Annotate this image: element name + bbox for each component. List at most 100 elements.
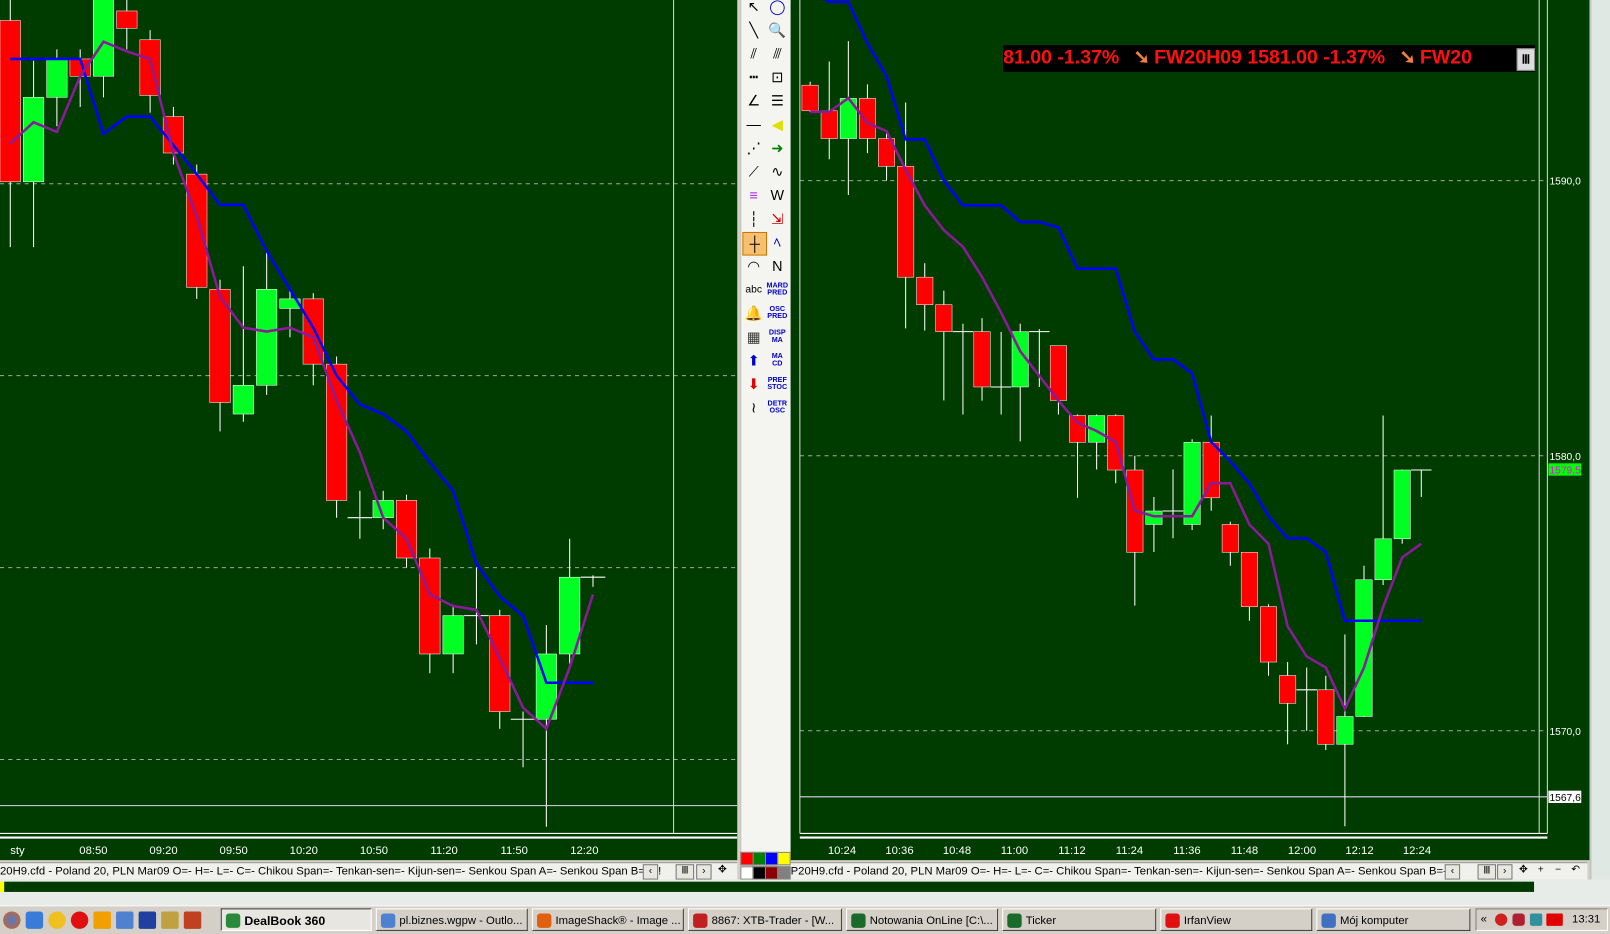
candle-down <box>116 10 138 29</box>
candle-down <box>1069 415 1086 443</box>
taskbar-button[interactable]: pl.biznes.wgpw - Outlo... <box>375 908 528 931</box>
bell-icon[interactable]: 🔔 <box>742 303 765 325</box>
left-candlestick-plot[interactable] <box>0 0 738 860</box>
time-label: 11:36 <box>1173 844 1201 858</box>
splat-icon[interactable] <box>70 911 89 929</box>
ati-icon[interactable] <box>1546 913 1563 926</box>
right-price-chart[interactable]: 1590,0 1580,0 1570,0 1579,5 1567,6 <box>790 0 1590 861</box>
left-price-chart[interactable] <box>0 0 738 861</box>
calculator-icon[interactable]: ▦ <box>742 326 765 348</box>
drawing-toolbar: ↖ ◯ ╲ 🔍 ⫽ ⫻ ┅ ⊡ ∠ ☰ — ◀ ⋰ ➜ ⟋ ∿ ≡ W ┆ ⇲ ┼ ﾍ ◠ Nabc MARD PRED 🔔 OSC… <box>739 0 793 852</box>
zigzag-icon[interactable]: ﾍ <box>766 232 789 254</box>
ticker-strip: 81.00 -1.37% ➘ FW20H09 1581.00 -1.37% ➘ FW20… <box>1003 45 1536 72</box>
zoom-in-button[interactable]: + <box>1534 864 1547 877</box>
yellow-arrow-left-icon[interactable]: ◀ <box>766 114 789 136</box>
lightning-icon[interactable] <box>93 911 111 929</box>
taskbar-button[interactable]: Mój komputer <box>1316 908 1471 931</box>
taskbar-button-label: IrfanView <box>1183 914 1231 927</box>
magnifier-icon[interactable]: 🔍 <box>766 20 789 42</box>
taskbar-button[interactable]: Ticker <box>1002 908 1157 931</box>
wave-icon[interactable]: ∿ <box>766 161 789 183</box>
tool-osc-pred[interactable]: OSC PRED <box>766 303 789 325</box>
system-tray: « 13:31 <box>1475 908 1608 931</box>
vertical-grid-icon[interactable]: ┆ <box>742 208 765 230</box>
right-candlestick-plot[interactable]: 1590,0 1580,0 1570,0 1579,5 1567,6 <box>791 0 1590 860</box>
shield-icon[interactable] <box>1512 913 1525 926</box>
tool-macd[interactable]: MA CD <box>766 350 789 372</box>
parallel-lines-icon[interactable]: ⫽ <box>742 43 765 65</box>
colored-bars-icon[interactable]: ≡ <box>742 185 765 207</box>
time-label: 10:24 <box>827 844 857 858</box>
taskbar: DealBook 360 pl.biznes.wgpw - Outlo... Ima… <box>0 905 1610 934</box>
down-arrow-icon: ➘ <box>1399 47 1416 69</box>
red-down-arrow-icon[interactable]: ⬇ <box>742 374 765 396</box>
tool-abc[interactable]: abc <box>742 279 765 301</box>
network-icon[interactable] <box>1495 913 1508 926</box>
pan-icon[interactable]: ✥ <box>716 864 729 877</box>
gann-fan-icon[interactable]: ⋰ <box>742 138 765 160</box>
scroll-thumb[interactable]: Ⅲ <box>1477 864 1497 880</box>
time-label: 12:00 <box>1287 844 1317 858</box>
blue-up-arrow-icon[interactable]: ⬆ <box>742 350 765 372</box>
horizontal-lines-icon[interactable]: ☰ <box>766 90 789 112</box>
tool-mard-pred[interactable]: MARD PRED <box>766 279 789 301</box>
fibonacci-levels-icon[interactable]: ┅ <box>742 67 765 89</box>
export-icon[interactable]: ⇲ <box>766 208 789 230</box>
candle-up <box>1336 716 1354 745</box>
trend-levels-icon[interactable]: ⟋ <box>742 161 765 183</box>
fan-lines-icon[interactable]: ∠ <box>742 90 765 112</box>
color-swatch[interactable] <box>777 851 791 866</box>
app-icon <box>537 913 552 928</box>
taskbar-button[interactable]: IrfanView <box>1160 908 1313 931</box>
right-scrollbar-area[interactable] <box>1589 0 1610 904</box>
green-arrow-right-icon[interactable]: ➜ <box>766 138 789 160</box>
down-arrow-icon: ➘ <box>1133 47 1150 69</box>
ticker-item: FW20 <box>1419 47 1472 69</box>
taskbar-button[interactable]: ImageShack® - Image ... <box>531 908 684 931</box>
w-pattern-icon[interactable]: W <box>766 185 789 207</box>
tray-expand-button[interactable]: « <box>1481 909 1487 930</box>
firefox-icon[interactable] <box>3 911 21 929</box>
candle-down <box>1260 606 1277 663</box>
scroll-thumb[interactable]: Ⅲ <box>675 864 695 880</box>
pan-icon[interactable]: ✥ <box>1517 864 1530 877</box>
scroll-right-button[interactable]: › <box>696 864 712 880</box>
ie-icon[interactable] <box>25 911 44 929</box>
candle-down <box>820 110 838 139</box>
scroll-left-button[interactable]: ‹ <box>642 864 659 880</box>
fire-app-icon[interactable] <box>183 911 202 929</box>
app-icon <box>1321 913 1336 928</box>
reset-view-button[interactable]: ↶ <box>1569 864 1582 877</box>
right-status-text: P20H9.cfd - Poland 20, PLN Mar09 O=- H=-… <box>790 865 1460 878</box>
line-icon[interactable]: ╲ <box>742 20 765 42</box>
scroll-left-button[interactable]: ‹ <box>1444 864 1461 880</box>
taskbar-button[interactable]: DealBook 360 <box>220 908 372 931</box>
circle-icon[interactable]: ◯ <box>766 0 789 17</box>
pencils-icon[interactable] <box>161 911 179 929</box>
fork-icon[interactable]: ⫻ <box>766 43 789 65</box>
tool-detr-osc[interactable]: DETR OSC <box>766 397 789 419</box>
taskbar-button[interactable]: Notowania OnLine [C:\... <box>846 908 999 931</box>
connection-icon[interactable] <box>1529 913 1543 926</box>
squiggle-icon[interactable]: ≀ <box>742 397 765 419</box>
outlook-icon[interactable] <box>116 911 134 929</box>
tool-pref-stoc[interactable]: PREF STOC <box>766 374 789 396</box>
horizontal-ray-icon[interactable]: — <box>742 114 765 136</box>
clock[interactable]: 13:31 <box>1572 909 1600 930</box>
zoom-out-button[interactable]: − <box>1551 864 1564 877</box>
zoom-box-icon[interactable]: ⊡ <box>766 67 789 89</box>
arrow-cursor-icon[interactable]: ↖ <box>742 0 765 17</box>
candle-down <box>801 84 819 112</box>
tool-disp-ma[interactable]: DISP MA <box>766 326 789 348</box>
crosshair-icon[interactable]: ┼ <box>742 231 768 256</box>
taskbar-button[interactable]: 8867: XTB-Trader - [W... <box>687 908 842 931</box>
word-icon[interactable] <box>138 911 157 929</box>
ticker-pause-button[interactable]: Ⅲ <box>1516 48 1536 71</box>
taskbar-button-label: Ticker <box>1025 914 1057 927</box>
sun-icon[interactable] <box>48 911 66 929</box>
marker-price-label: 1567,6 <box>1549 793 1581 804</box>
scroll-right-button[interactable]: › <box>1497 864 1513 880</box>
color-swatch[interactable] <box>777 866 791 880</box>
n-pattern-icon[interactable]: N <box>766 256 789 278</box>
arcs-icon[interactable]: ◠ <box>742 256 765 278</box>
